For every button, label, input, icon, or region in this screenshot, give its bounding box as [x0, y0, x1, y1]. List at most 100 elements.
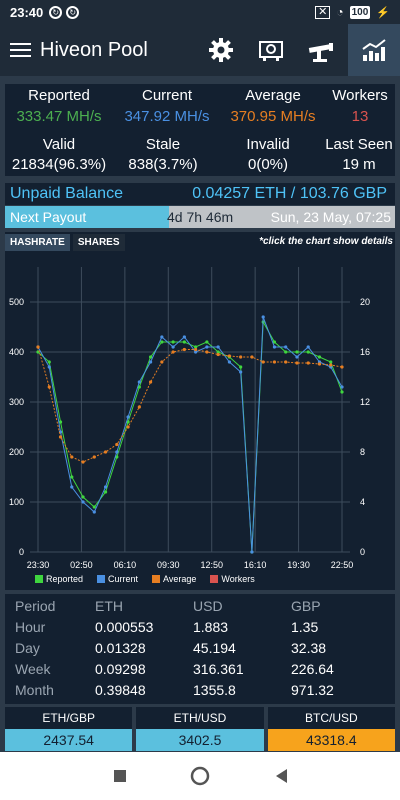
legend-label: Average	[163, 574, 197, 584]
data-point-current	[272, 345, 277, 349]
home-button[interactable]	[190, 766, 210, 786]
data-point-current	[250, 550, 254, 554]
data-point-average	[317, 362, 322, 366]
data-point-reported	[205, 340, 209, 344]
data-point-average	[103, 450, 108, 454]
y-tick-label: 300	[9, 397, 24, 407]
exchange-rates: ETH/GBP 2437.54 ETH/USD 3402.5 BTC/USD 4…	[5, 707, 395, 751]
data-point-current	[227, 360, 232, 364]
data-point-current	[239, 370, 243, 374]
data-point-average	[261, 360, 265, 364]
payout-date: Sun, 23 May, 07:25	[270, 209, 391, 225]
data-point-average	[81, 460, 85, 464]
rate-btc-usd: BTC/USD 43318.4	[267, 707, 395, 751]
unpaid-balance: Unpaid Balance 0.04257 ETH / 103.76 GBP	[5, 183, 395, 205]
data-point-average	[171, 350, 175, 354]
data-point-current	[115, 450, 119, 454]
data-point-average	[182, 347, 186, 352]
data-point-average	[126, 425, 130, 429]
hashrate-chart-panel[interactable]: HASHRATE SHARES *click the chart show de…	[5, 232, 395, 590]
rate-eth-usd: ETH/USD 3402.5	[136, 707, 264, 751]
data-point-average	[160, 360, 164, 364]
data-point-average	[239, 355, 243, 359]
data-point-average	[36, 345, 40, 349]
average-header: Average	[245, 87, 301, 104]
earnings-header-row: Period ETH USD GBP	[5, 598, 395, 619]
sync-icon: ↻	[49, 5, 63, 19]
data-point-current	[47, 365, 51, 369]
data-point-average	[250, 355, 254, 359]
android-nav-bar	[0, 752, 400, 800]
hashrate-stats-panel: Reported Current Average Workers 333.47 …	[5, 84, 395, 176]
valid-header: Valid	[42, 136, 76, 153]
settings-icon[interactable]	[198, 24, 244, 76]
close-box-icon: ✕	[315, 5, 331, 19]
data-point-current	[171, 345, 175, 349]
data-point-current	[284, 345, 288, 349]
oil-pump-icon[interactable]	[298, 24, 344, 76]
x-tick-label: 23:30	[27, 560, 50, 570]
unpaid-balance-label: Unpaid Balance	[10, 185, 123, 202]
y-tick-label: 100	[9, 497, 24, 507]
data-point-reported	[148, 355, 153, 359]
payout-remaining: 4d 7h 46m	[167, 209, 234, 225]
invalid-value: 0(0%)	[247, 156, 288, 173]
x-tick-label: 19:30	[287, 560, 310, 570]
reported-header: Reported	[28, 87, 90, 104]
x-tick-label: 09:30	[157, 560, 180, 570]
col-gbp: GBP	[291, 598, 321, 614]
recents-button[interactable]	[110, 766, 130, 786]
stale-value: 838(3.7%)	[128, 156, 198, 173]
data-point-current	[306, 345, 310, 349]
data-point-current	[340, 385, 344, 389]
data-point-reported	[70, 475, 74, 479]
rate-label: ETH/USD	[173, 711, 227, 725]
stats-chart-icon[interactable]	[348, 24, 400, 76]
data-point-average	[284, 360, 288, 364]
wifi-icon: ◔	[336, 5, 344, 19]
legend-label: Workers	[221, 574, 255, 584]
data-point-current	[81, 500, 85, 504]
sync-icon: ↻	[66, 5, 80, 19]
unpaid-balance-value: 0.04257 ETH / 103.76 GBP	[192, 185, 387, 202]
data-point-current	[92, 510, 96, 514]
data-point-average	[194, 347, 198, 352]
legend-swatch	[152, 575, 161, 583]
table-row: Month 0.39848 1355.8 971.32	[15, 682, 334, 698]
x-tick-label: 02:50	[70, 560, 93, 570]
data-point-current	[103, 485, 108, 489]
data-point-average	[295, 361, 299, 365]
data-point-current	[216, 345, 220, 349]
data-point-average	[70, 455, 74, 459]
rate-eth-gbp: ETH/GBP 2437.54	[5, 707, 133, 751]
data-point-reported	[317, 355, 322, 359]
data-point-reported	[295, 350, 299, 354]
x-tick-label: 16:10	[244, 560, 267, 570]
current-header: Current	[141, 87, 193, 104]
data-point-reported	[239, 365, 243, 369]
data-point-average	[148, 380, 153, 384]
table-row: Week 0.09298 316.361 226.64	[15, 661, 334, 677]
tab-hashrate[interactable]: HASHRATE	[5, 234, 70, 251]
data-point-reported	[329, 360, 333, 364]
data-point-reported	[182, 340, 186, 344]
data-point-current	[70, 485, 74, 489]
tab-shares[interactable]: SHARES	[72, 234, 125, 251]
data-point-reported	[171, 340, 175, 344]
hashrate-chart[interactable]: 23:30 02:50 06:10 09:30 12:50 16:10 19:30 22:50…	[5, 252, 395, 592]
data-point-reported	[340, 390, 344, 394]
rate-label: ETH/GBP	[42, 711, 95, 725]
data-point-average	[340, 365, 344, 369]
data-point-reported	[103, 490, 108, 494]
y2-tick-label: 12	[360, 397, 370, 407]
col-period: Period	[15, 598, 56, 614]
legend-item-workers: Workers	[210, 574, 255, 584]
chart-legend: Reported Current Average Workers	[35, 574, 255, 584]
gpu-card-icon[interactable]	[248, 24, 294, 76]
next-payout-bar: Next Payout 4d 7h 46m Sun, 23 May, 07:25	[5, 206, 395, 228]
current-value: 347.92 MH/s	[124, 108, 210, 125]
x-tick-label: 22:50	[331, 560, 354, 570]
back-button[interactable]	[272, 766, 292, 786]
data-point-current	[160, 335, 164, 339]
menu-icon[interactable]	[0, 24, 40, 76]
